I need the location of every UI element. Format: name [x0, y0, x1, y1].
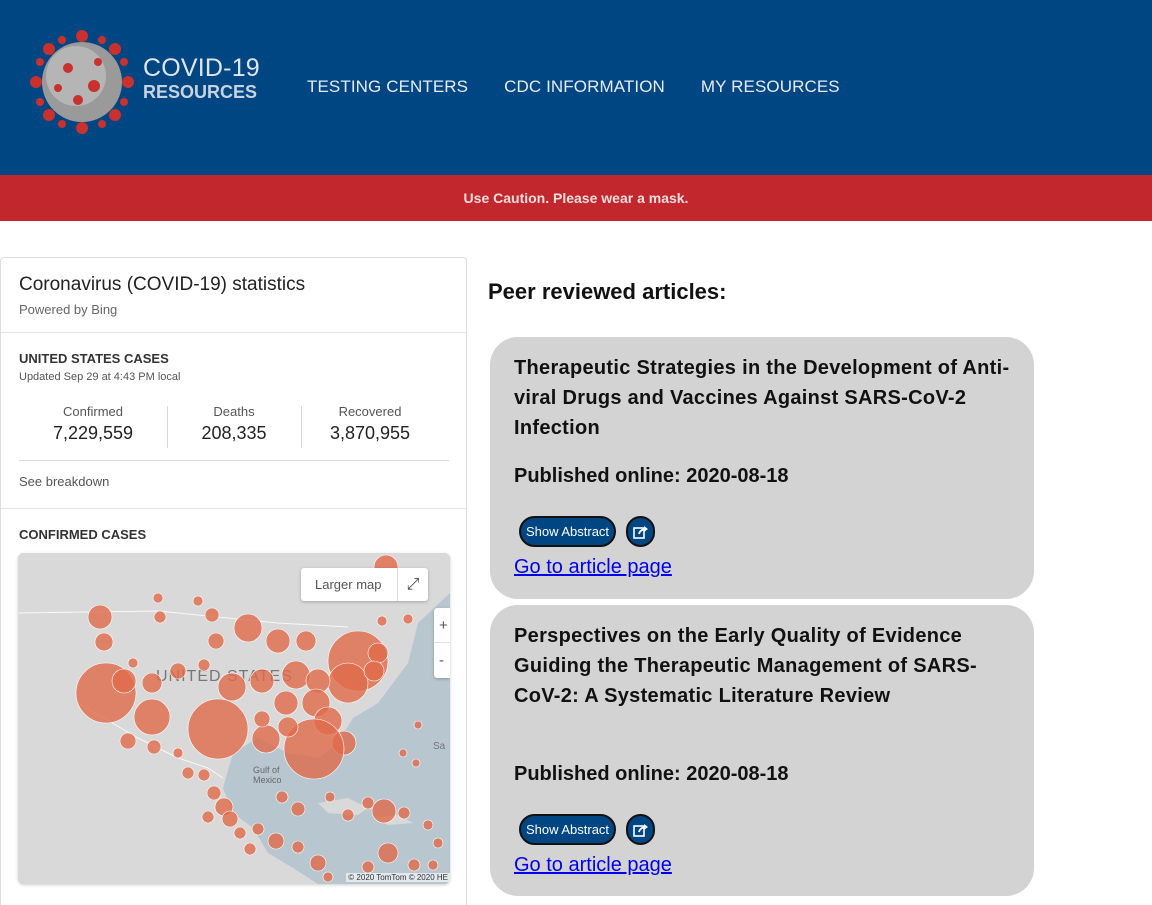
map-canvas: UNITED STATES Gulf of Mexico Sa [18, 553, 450, 884]
section-title: UNITED STATES CASES [19, 351, 169, 366]
see-breakdown-link[interactable]: See breakdown [19, 474, 109, 489]
cases-map[interactable]: UNITED STATES Gulf of Mexico Sa [18, 553, 450, 884]
article-title: Perspectives on the Early Quality of Evi… [514, 625, 977, 707]
updated-timestamp: Updated Sep 29 at 4:43 PM local [19, 371, 181, 383]
divider [19, 460, 449, 461]
map-title: CONFIRMED CASES [19, 527, 147, 542]
go-to-article-link[interactable]: Go to article page [514, 854, 672, 877]
stat-value: 7,229,559 [52, 423, 134, 443]
divider [1, 332, 466, 333]
zoom-controls: + - [434, 608, 450, 678]
stats-row: Confirmed 7,229,559 Deaths 208,335 Recov… [19, 404, 449, 449]
article-published: Published online: 2020-08-18 [514, 763, 789, 785]
stat-value: 3,870,955 [329, 423, 411, 443]
zoom-out-button[interactable]: - [434, 643, 450, 678]
map-label: Gulf of [253, 765, 280, 775]
zoom-in-button[interactable]: + [434, 608, 450, 643]
nav-cdc-information[interactable]: CDC INFORMATION [504, 77, 665, 97]
nav-testing-centers[interactable]: TESTING CENTERS [307, 77, 468, 97]
nav-my-resources[interactable]: MY RESOURCES [701, 77, 840, 97]
share-icon [632, 525, 648, 539]
widget-subtitle: Powered by Bing [19, 302, 118, 317]
stat-value: 208,335 [201, 423, 267, 443]
divider [1, 508, 466, 509]
widget-title: Coronavirus (COVID-19) statistics [19, 274, 306, 295]
go-to-article-link[interactable]: Go to article page [514, 556, 672, 579]
stat-recovered: Recovered 3,870,955 [301, 404, 439, 449]
articles-heading: Peer reviewed articles: [488, 279, 727, 304]
main-nav: TESTING CENTERS CDC INFORMATION MY RESOU… [307, 77, 876, 97]
map-copyright: © 2020 TomTom © 2020 HE [346, 873, 450, 882]
brand[interactable]: COVID-19 RESOURCES [143, 54, 260, 102]
stat-label: Recovered [338, 404, 402, 419]
stat-label: Confirmed [63, 404, 123, 419]
article-title: Therapeutic Strategies in the Developmen… [514, 357, 1010, 439]
expand-icon: ⤢ [397, 568, 428, 601]
article-published: Published online: 2020-08-18 [514, 465, 789, 487]
covid-stats-widget: Coronavirus (COVID-19) statistics Powere… [0, 257, 467, 905]
article-card: Therapeutic Strategies in the Developmen… [490, 337, 1034, 599]
article-card: Perspectives on the Early Quality of Evi… [490, 605, 1034, 896]
map-label: Sa [433, 741, 446, 752]
share-button[interactable] [626, 516, 655, 547]
show-abstract-button[interactable]: Show Abstract [519, 516, 616, 547]
brand-subtitle: RESOURCES [143, 82, 258, 102]
brand-title: COVID-19 [143, 54, 260, 82]
share-button[interactable] [626, 814, 655, 845]
share-icon [632, 823, 648, 837]
show-abstract-button[interactable]: Show Abstract [519, 814, 616, 845]
site-header: COVID-19 RESOURCES TESTING CENTERS CDC I… [0, 0, 1152, 175]
stat-confirmed: Confirmed 7,229,559 [19, 404, 167, 449]
stat-label: Deaths [213, 404, 255, 419]
larger-map-button[interactable]: Larger map ⤢ [301, 568, 428, 601]
coronavirus-logo-icon[interactable] [28, 28, 136, 136]
map-label: Mexico [253, 775, 282, 785]
larger-map-label: Larger map [315, 577, 382, 592]
stat-deaths: Deaths 208,335 [167, 404, 301, 449]
caution-banner: Use Caution. Please wear a mask. [0, 175, 1152, 221]
